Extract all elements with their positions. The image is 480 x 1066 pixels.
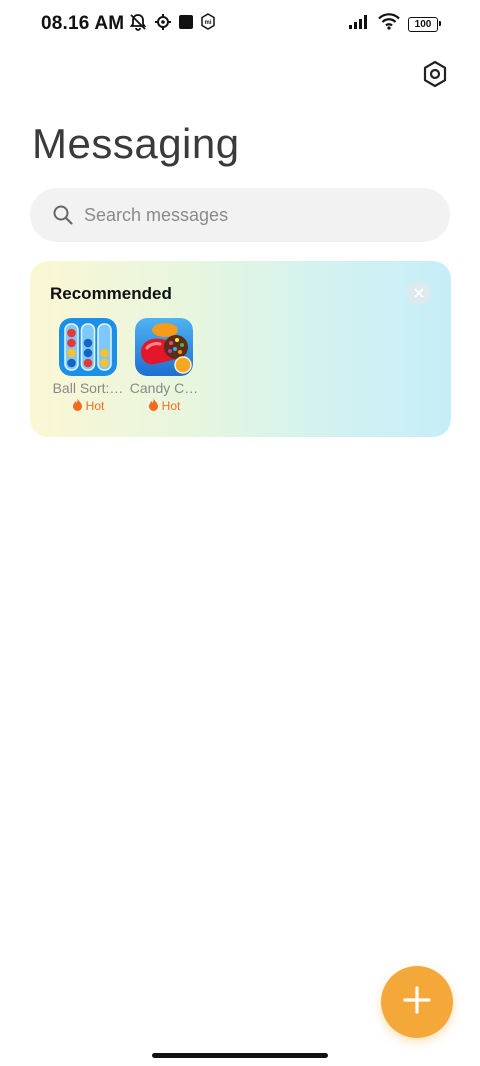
recommended-title: Recommended bbox=[50, 284, 172, 303]
new-message-button[interactable] bbox=[381, 966, 453, 1038]
flame-icon bbox=[72, 398, 83, 414]
search-bar[interactable] bbox=[30, 188, 450, 242]
hot-label: Hot bbox=[161, 399, 181, 413]
status-bar: 08.16 AM mi 100 bbox=[0, 0, 480, 48]
settings-button[interactable] bbox=[420, 60, 450, 93]
hot-label: Hot bbox=[85, 399, 105, 413]
hot-badge: Hot bbox=[50, 398, 126, 414]
search-input[interactable] bbox=[84, 188, 424, 242]
wifi-icon bbox=[378, 13, 400, 35]
status-icons-right: 100 bbox=[348, 13, 441, 35]
recommended-app-candy-crush[interactable]: Candy C… Hot bbox=[126, 318, 202, 414]
home-indicator[interactable] bbox=[152, 1053, 328, 1058]
app-name: Candy C… bbox=[129, 380, 199, 396]
close-icon[interactable] bbox=[407, 281, 431, 305]
svg-text:mi: mi bbox=[204, 20, 211, 26]
page-title: Messaging bbox=[32, 120, 240, 167]
recommended-app-ball-sort[interactable]: Ball Sort:… Hot bbox=[50, 318, 126, 414]
flame-icon bbox=[148, 398, 159, 414]
settings-hex-icon bbox=[422, 60, 448, 93]
ball-sort-app-icon bbox=[59, 318, 117, 376]
signal-icon bbox=[348, 14, 370, 35]
plus-icon bbox=[403, 985, 431, 1019]
search-icon bbox=[52, 204, 74, 226]
hot-badge: Hot bbox=[126, 398, 202, 414]
candy-crush-app-icon bbox=[135, 318, 193, 376]
mute-bell-icon bbox=[128, 12, 148, 37]
app-name: Ball Sort:… bbox=[52, 380, 124, 396]
square-app-icon bbox=[178, 14, 194, 35]
mi-shield-icon: mi bbox=[200, 13, 216, 35]
status-icons-left: mi bbox=[128, 13, 216, 35]
recommended-card: Recommended Ball Sort:… Hot Candy C… Hot bbox=[30, 261, 451, 437]
battery-icon: 100 bbox=[408, 16, 441, 32]
status-time: 08.16 AM bbox=[41, 13, 125, 34]
gear-sync-icon bbox=[154, 13, 172, 36]
